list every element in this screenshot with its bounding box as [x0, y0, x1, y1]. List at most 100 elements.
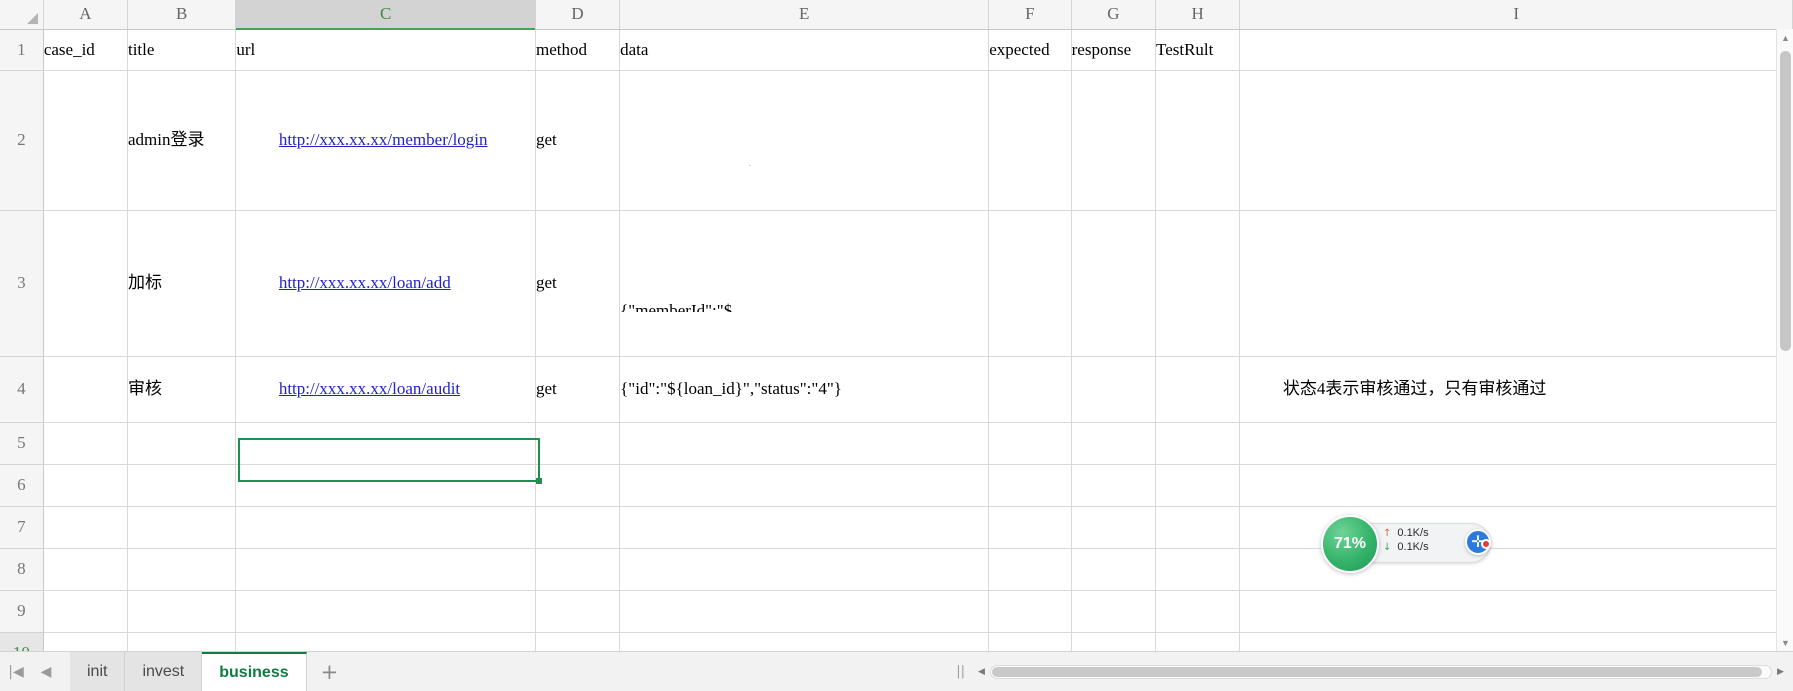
row-header-8[interactable]: 8	[0, 548, 44, 591]
vertical-scrollbar[interactable]: ▲ ▼	[1776, 29, 1793, 651]
column-header-d[interactable]: D	[535, 0, 621, 30]
accelerate-badge-button[interactable]: ✛	[1465, 529, 1491, 555]
column-header-e[interactable]: E	[619, 0, 990, 30]
cell-h1[interactable]: TestRult	[1155, 29, 1241, 71]
cell-d8[interactable]	[535, 548, 621, 591]
scroll-left-arrow-icon[interactable]: ◀	[973, 663, 990, 680]
sheet-tab-invest[interactable]: invest	[125, 652, 203, 691]
cell-b7[interactable]	[127, 506, 237, 549]
cell-b6[interactable]	[127, 464, 237, 507]
horizontal-scrollbar[interactable]: ◀ ▶	[973, 663, 1789, 680]
cell-f5[interactable]	[988, 422, 1072, 465]
cell-e1[interactable]: data	[619, 29, 990, 71]
cell-b10[interactable]	[127, 632, 237, 651]
cell-i6[interactable]	[1239, 464, 1793, 507]
cell-c9[interactable]	[235, 590, 536, 633]
cell-c5[interactable]	[235, 422, 536, 465]
sheet-nav-buttons[interactable]: |◀ ◀	[0, 664, 54, 680]
cell-f8[interactable]	[988, 548, 1072, 591]
scroll-up-arrow-icon[interactable]: ▲	[1777, 29, 1793, 46]
column-header-b[interactable]: B	[127, 0, 237, 30]
table-row[interactable]: 10	[0, 632, 1793, 651]
cell-h9[interactable]	[1155, 590, 1241, 633]
cell-h4[interactable]	[1155, 356, 1241, 423]
cell-e5[interactable]	[619, 422, 990, 465]
cell-g5[interactable]	[1071, 422, 1157, 465]
cell-c4[interactable]: http://xxx.xx.xx/loan/audit	[235, 356, 536, 423]
cell-i4[interactable]: 状态4表示审核通过，只有审核通过	[1239, 356, 1793, 423]
memory-usage-ring[interactable]: 71%	[1321, 515, 1379, 573]
table-row[interactable]: 7	[0, 506, 1793, 549]
cell-b3[interactable]: 加标	[127, 210, 237, 357]
split-grip-icon[interactable]: ||	[948, 664, 973, 679]
cell-e6[interactable]	[619, 464, 990, 507]
cell-f3[interactable]	[988, 210, 1072, 357]
cell-e10[interactable]	[619, 632, 990, 651]
cell-c10[interactable]	[235, 632, 536, 651]
cell-f10[interactable]	[988, 632, 1072, 651]
table-row[interactable]: 1 case_id title url method data expected…	[0, 29, 1793, 71]
row-header-1[interactable]: 1	[0, 29, 44, 71]
prev-sheet-icon[interactable]: ◀	[38, 664, 54, 680]
cell-a9[interactable]	[43, 590, 128, 633]
cell-i5[interactable]	[1239, 422, 1793, 465]
cell-d1[interactable]: method	[535, 29, 621, 71]
cell-i2[interactable]	[1239, 70, 1793, 211]
cell-d5[interactable]	[535, 422, 621, 465]
column-header-i[interactable]: I	[1239, 0, 1793, 30]
cell-h8[interactable]	[1155, 548, 1241, 591]
cell-c8[interactable]	[235, 548, 536, 591]
url-link-c2[interactable]: http://xxx.xx.xx/member/login	[279, 130, 488, 149]
cell-c6[interactable]	[235, 464, 536, 507]
row-header-9[interactable]: 9	[0, 590, 44, 633]
table-row[interactable]: 6	[0, 464, 1793, 507]
scroll-down-arrow-icon[interactable]: ▼	[1777, 634, 1793, 651]
cell-a10[interactable]	[43, 632, 128, 651]
cell-g7[interactable]	[1071, 506, 1157, 549]
cell-a6[interactable]	[43, 464, 128, 507]
cell-f1[interactable]: expected	[988, 29, 1072, 71]
cell-g3[interactable]	[1071, 210, 1157, 357]
cell-g2[interactable]	[1071, 70, 1157, 211]
sheet-tab-bar[interactable]: init invest business +	[70, 652, 352, 691]
cell-g6[interactable]	[1071, 464, 1157, 507]
column-header-g[interactable]: G	[1071, 0, 1157, 30]
cell-a2[interactable]	[43, 70, 128, 211]
cell-i1[interactable]	[1239, 29, 1793, 71]
table-row[interactable]: 3 加标 http://xxx.xx.xx/loan/add get {"mem…	[0, 210, 1793, 357]
cell-f7[interactable]	[988, 506, 1072, 549]
sheet-tab-init[interactable]: init	[70, 652, 126, 691]
column-header-c[interactable]: C	[235, 0, 536, 30]
column-header-h[interactable]: H	[1155, 0, 1241, 30]
cell-b8[interactable]	[127, 548, 237, 591]
cell-a7[interactable]	[43, 506, 128, 549]
network-speed-widget[interactable]: 71% ↑ 0.1K/s ↓ 0.1K/s ✛	[1321, 515, 1491, 573]
cell-h5[interactable]	[1155, 422, 1241, 465]
cell-a3[interactable]	[43, 210, 128, 357]
cell-e7[interactable]	[619, 506, 990, 549]
cell-e9[interactable]	[619, 590, 990, 633]
cell-d7[interactable]	[535, 506, 621, 549]
cell-c3[interactable]: http://xxx.xx.xx/loan/add	[235, 210, 536, 357]
sheet-tab-business[interactable]: business	[202, 652, 307, 691]
table-row[interactable]: 2 admin登录 http://xxx.xx.xx/member/login …	[0, 70, 1793, 211]
horizontal-scrollbar-track[interactable]	[990, 664, 1772, 679]
cell-d10[interactable]	[535, 632, 621, 651]
row-header-5[interactable]: 5	[0, 422, 44, 465]
cell-f4[interactable]	[988, 356, 1072, 423]
sheet-table[interactable]: A B C D E F G H I 1 case_id title url me…	[0, 0, 1793, 651]
table-row[interactable]: 5	[0, 422, 1793, 465]
cell-b5[interactable]	[127, 422, 237, 465]
cell-g10[interactable]	[1071, 632, 1157, 651]
row-header-3[interactable]: 3	[0, 210, 44, 357]
cell-h6[interactable]	[1155, 464, 1241, 507]
cell-c7[interactable]	[235, 506, 536, 549]
cell-g8[interactable]	[1071, 548, 1157, 591]
cell-a1[interactable]: case_id	[43, 29, 128, 71]
cell-c1[interactable]: url	[235, 29, 536, 71]
cell-a5[interactable]	[43, 422, 128, 465]
url-link-c3[interactable]: http://xxx.xx.xx/loan/add	[279, 273, 451, 292]
scroll-right-arrow-icon[interactable]: ▶	[1772, 663, 1789, 680]
cell-b2[interactable]: admin登录	[127, 70, 237, 211]
cell-i10[interactable]	[1239, 632, 1793, 651]
